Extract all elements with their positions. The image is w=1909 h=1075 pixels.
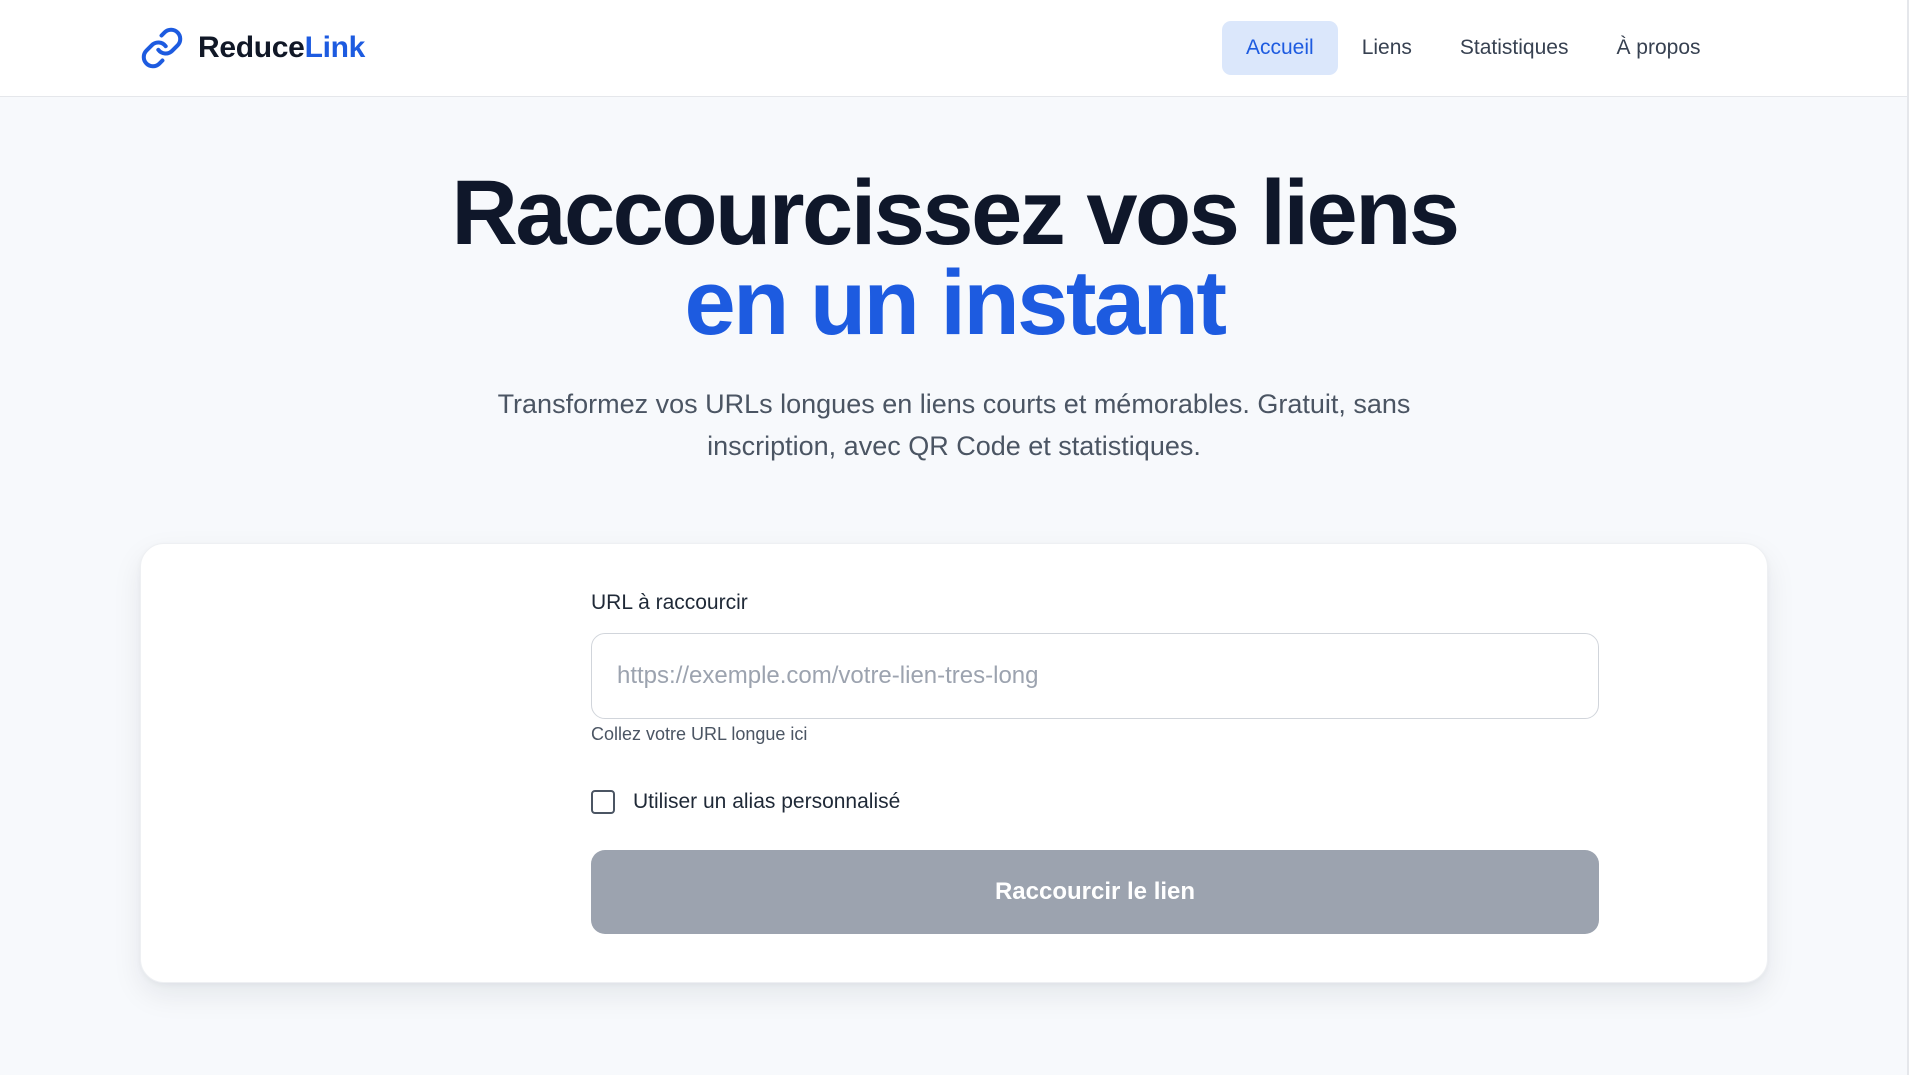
alias-checkbox[interactable]: [591, 790, 615, 814]
brand-name-part1: Reduce: [198, 31, 305, 64]
nav-item-liens[interactable]: Liens: [1338, 21, 1436, 75]
url-helper-text: Collez votre URL longue ici: [591, 724, 808, 744]
main-nav: Accueil Liens Statistiques À propos: [1222, 21, 1725, 75]
brand-logo[interactable]: ReduceLink: [140, 26, 365, 70]
nav-item-accueil[interactable]: Accueil: [1222, 21, 1338, 75]
shorten-form-card: URL à raccourcir Collez votre URL longue…: [140, 543, 1768, 983]
hero-title: Raccourcissez vos liens en un instant: [0, 162, 1909, 354]
hero-title-line2: en un instant: [684, 252, 1227, 354]
alias-checkbox-label[interactable]: Utiliser un alias personnalisé: [633, 790, 900, 814]
hero-subtitle: Transformez vos URLs longues en liens co…: [497, 389, 1411, 461]
brand-name-part2: Link: [304, 31, 366, 64]
nav-item-statistiques[interactable]: Statistiques: [1436, 21, 1593, 75]
link-icon: [141, 27, 183, 69]
nav-item-a-propos[interactable]: À propos: [1592, 21, 1724, 75]
site-header: ReduceLink Accueil Liens Statistiques À …: [0, 0, 1909, 97]
hero-title-line1: Raccourcissez vos liens: [451, 162, 1460, 264]
alias-option[interactable]: Utiliser un alias personnalisé: [591, 785, 900, 819]
shorten-button[interactable]: Raccourcir le lien: [591, 850, 1599, 934]
brand-name: ReduceLink: [198, 31, 365, 65]
url-field-label: URL à raccourcir: [591, 591, 748, 614]
url-input[interactable]: [591, 633, 1599, 719]
